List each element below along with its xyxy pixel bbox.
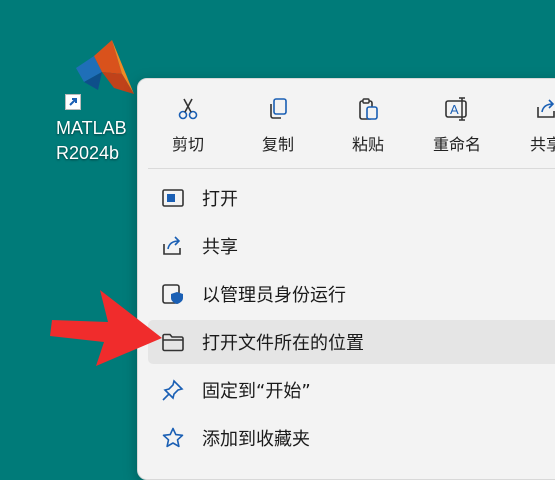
share-icon bbox=[163, 236, 181, 255]
desktop-icon-label: MATLAB R2024b bbox=[56, 116, 146, 166]
rename-label: 重命名 bbox=[432, 135, 481, 154]
red-arrow-icon bbox=[50, 290, 162, 366]
menu-item-share-label: 共享 bbox=[202, 237, 238, 258]
rename-button[interactable]: A 重命名 bbox=[422, 93, 492, 159]
quick-actions-bar: 剪切 复制 粘贴 A 重命名 共享 bbox=[138, 79, 555, 167]
copy-label: 复制 bbox=[261, 135, 294, 154]
copy-button[interactable]: 复制 bbox=[243, 93, 313, 159]
svg-text:A: A bbox=[450, 102, 459, 117]
desktop-icon-label-line2: R2024b bbox=[56, 143, 120, 163]
paste-icon bbox=[359, 98, 378, 120]
menu-item-add-to-favorites-label: 添加到收藏夹 bbox=[202, 429, 310, 450]
copy-icon bbox=[270, 98, 287, 119]
share-quick-button[interactable]: 共享 bbox=[511, 93, 555, 159]
context-menu: 剪切 复制 粘贴 A 重命名 共享 打开 共享 以管理员身份运行 打开文件所在的… bbox=[137, 78, 555, 480]
menu-item-run-as-admin-label: 以管理员身份运行 bbox=[202, 285, 346, 306]
menu-item-open-label: 打开 bbox=[202, 189, 238, 210]
menu-divider bbox=[148, 168, 555, 169]
share-icon bbox=[537, 99, 555, 118]
pin-icon bbox=[162, 379, 184, 401]
paste-button[interactable]: 粘贴 bbox=[333, 93, 403, 159]
menu-item-add-to-favorites[interactable]: 添加到收藏夹 bbox=[148, 416, 555, 460]
matlab-desktop-shortcut[interactable]: MATLAB R2024b bbox=[56, 38, 146, 168]
shortcut-arrow-icon bbox=[65, 94, 81, 110]
share-quick-label: 共享 bbox=[529, 135, 555, 154]
scissors-icon bbox=[178, 98, 198, 120]
menu-item-open[interactable]: 打开 bbox=[148, 176, 555, 220]
rename-icon: A bbox=[445, 97, 467, 121]
cut-label: 剪切 bbox=[171, 135, 204, 154]
menu-item-open-file-location-label: 打开文件所在的位置 bbox=[202, 333, 364, 354]
menu-item-open-file-location[interactable]: 打开文件所在的位置 bbox=[148, 320, 555, 364]
paste-label: 粘贴 bbox=[351, 135, 384, 154]
menu-item-pin-to-start-label: 固定到“开始” bbox=[202, 381, 311, 402]
menu-item-run-as-admin[interactable]: 以管理员身份运行 bbox=[148, 272, 555, 316]
menu-item-share[interactable]: 共享 bbox=[148, 224, 555, 268]
open-app-icon bbox=[162, 189, 184, 207]
cut-button[interactable]: 剪切 bbox=[153, 93, 223, 159]
menu-item-pin-to-start[interactable]: 固定到“开始” bbox=[148, 368, 555, 412]
star-icon bbox=[162, 427, 184, 448]
desktop-icon-label-line1: MATLAB bbox=[56, 118, 127, 138]
